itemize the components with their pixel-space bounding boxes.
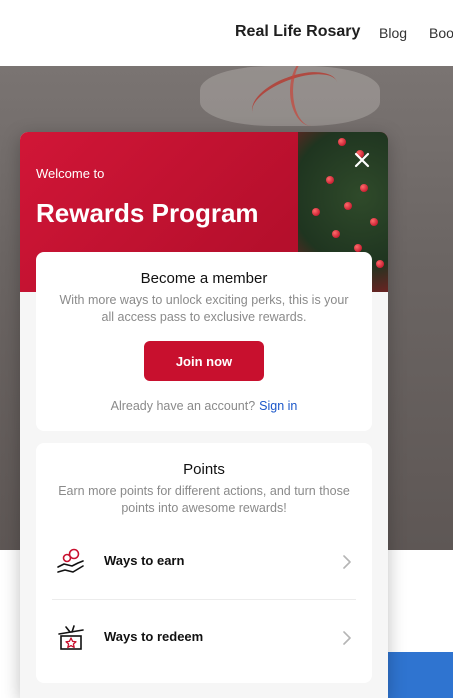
nav-link-blog[interactable]: Blog bbox=[379, 25, 407, 41]
ways-to-redeem-row[interactable]: Ways to redeem bbox=[52, 613, 356, 663]
welcome-text: Welcome to bbox=[36, 166, 105, 181]
site-header: Real Life Rosary Blog Boo bbox=[0, 0, 453, 66]
chevron-right-icon bbox=[343, 631, 351, 645]
close-button[interactable] bbox=[352, 150, 372, 170]
ornament bbox=[354, 244, 362, 252]
row-divider bbox=[52, 599, 356, 600]
ornament bbox=[338, 138, 346, 146]
ways-to-earn-row[interactable]: Ways to earn bbox=[52, 537, 356, 587]
ornament bbox=[332, 230, 340, 238]
member-card: Become a member With more ways to unlock… bbox=[36, 252, 372, 431]
ornament bbox=[376, 260, 384, 268]
ornament bbox=[344, 202, 352, 210]
rewards-modal: Welcome to Rewards Program Become a memb… bbox=[20, 132, 388, 698]
ornament bbox=[370, 218, 378, 226]
join-now-button[interactable]: Join now bbox=[144, 341, 264, 381]
have-account-text: Already have an account? bbox=[110, 399, 256, 413]
ways-to-earn-label: Ways to earn bbox=[104, 553, 185, 568]
ornament bbox=[326, 176, 334, 184]
ornament bbox=[360, 184, 368, 192]
close-icon bbox=[354, 152, 370, 168]
signin-row: Already have an account? Sign in bbox=[36, 399, 372, 413]
chevron-right-icon bbox=[343, 555, 351, 569]
hand-coins-icon bbox=[57, 548, 84, 573]
program-title: Rewards Program bbox=[36, 198, 259, 228]
signin-link[interactable]: Sign in bbox=[259, 399, 297, 413]
site-brand[interactable]: Real Life Rosary bbox=[235, 23, 360, 41]
points-card-description: Earn more points for different actions, … bbox=[58, 484, 350, 515]
nav-link-books[interactable]: Boo bbox=[429, 25, 453, 41]
ways-to-redeem-label: Ways to redeem bbox=[104, 629, 204, 644]
points-card-title: Points bbox=[183, 461, 225, 478]
ornament bbox=[312, 208, 320, 216]
points-card: Points Earn more points for different ac… bbox=[36, 443, 372, 683]
page-blue-block bbox=[388, 652, 453, 698]
member-card-description: With more ways to unlock exciting perks,… bbox=[59, 293, 349, 324]
member-card-title: Become a member bbox=[140, 270, 268, 287]
gift-icon bbox=[58, 625, 84, 650]
